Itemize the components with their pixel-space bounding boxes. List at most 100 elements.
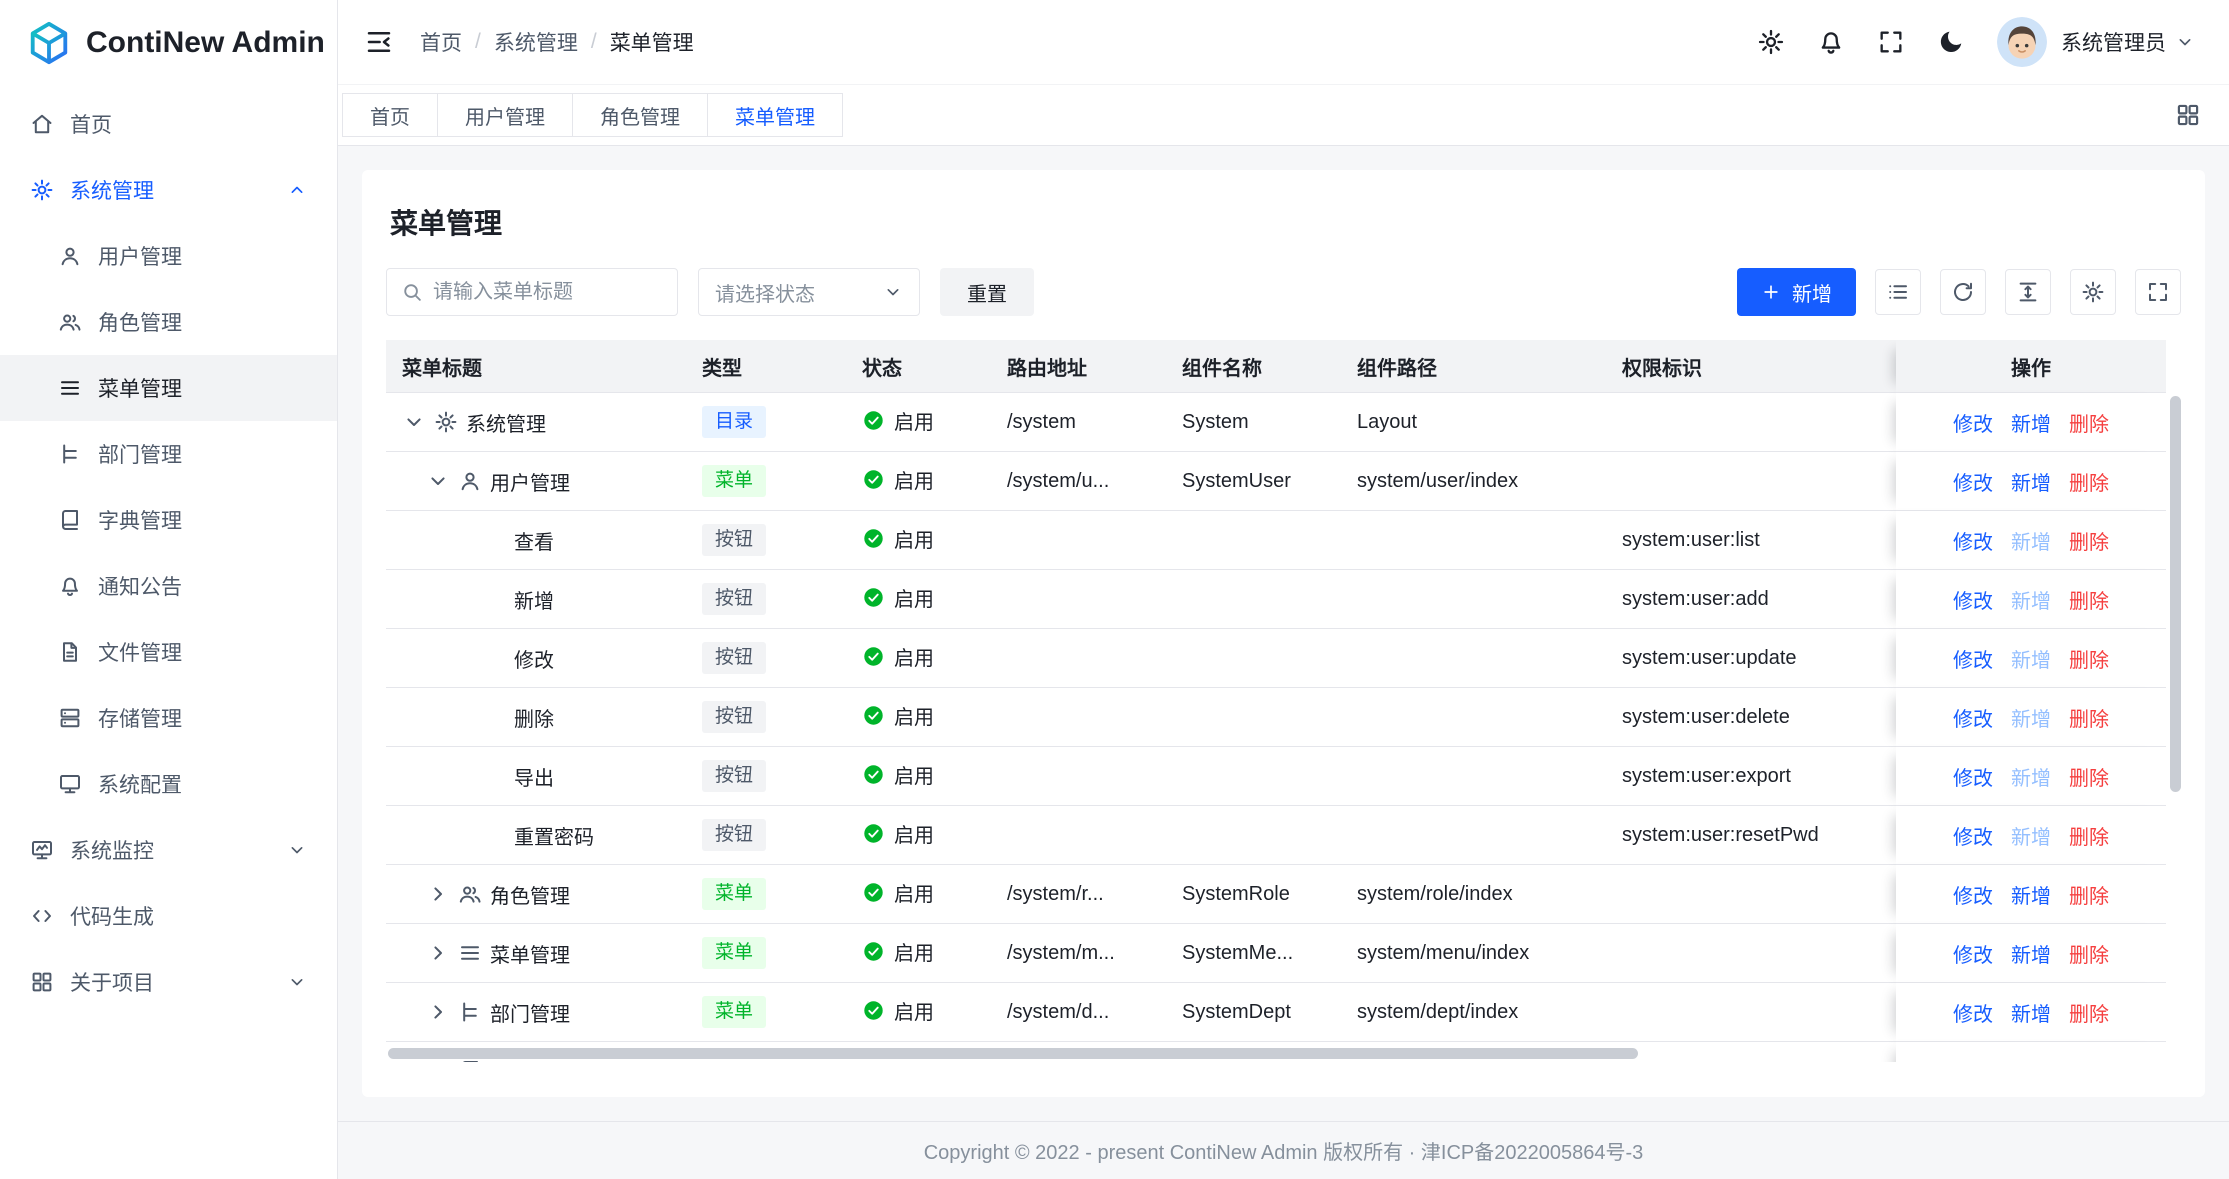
- refresh-button[interactable]: [1940, 269, 1986, 315]
- edit-link[interactable]: 修改: [1953, 1057, 1993, 1063]
- settings-button[interactable]: [1757, 28, 1785, 56]
- sidebar-item-codegen[interactable]: 代码生成: [0, 883, 337, 949]
- copyright-text: Copyright © 2022 - present ContiNew Admi…: [924, 1136, 1644, 1165]
- sidebar-item-home[interactable]: 首页: [0, 91, 337, 157]
- add-link[interactable]: 新增: [2011, 821, 2051, 850]
- edit-link[interactable]: 修改: [1953, 467, 1993, 496]
- add-link[interactable]: 新增: [2011, 762, 2051, 791]
- route-cell: /system/u...: [991, 452, 1166, 511]
- delete-link[interactable]: 删除: [2069, 821, 2109, 850]
- delete-link[interactable]: 删除: [2069, 526, 2109, 555]
- table-row: 重置密码按钮启用system:user:resetPwd修改新增删除: [386, 806, 2166, 865]
- sidebar-item-label: 关于项目: [70, 967, 271, 997]
- sidebar-item-config[interactable]: 系统配置: [0, 751, 337, 817]
- edit-link[interactable]: 修改: [1953, 703, 1993, 732]
- tab-user[interactable]: 用户管理: [437, 93, 573, 137]
- add-link[interactable]: 新增: [2011, 526, 2051, 555]
- edit-link[interactable]: 修改: [1953, 408, 1993, 437]
- search-input[interactable]: [433, 281, 663, 304]
- column-header: 权限标识: [1606, 340, 1896, 393]
- sidebar-item-about[interactable]: 关于项目: [0, 949, 337, 1015]
- edit-link[interactable]: 修改: [1953, 644, 1993, 673]
- edit-link[interactable]: 修改: [1953, 939, 1993, 968]
- expand-row-icon[interactable]: [426, 941, 450, 965]
- breadcrumb-item[interactable]: 系统管理: [494, 27, 578, 57]
- add-link[interactable]: 新增: [2011, 644, 2051, 673]
- delete-link[interactable]: 删除: [2069, 880, 2109, 909]
- expand-row-icon[interactable]: [426, 1059, 450, 1062]
- sidebar-item-dept[interactable]: 部门管理: [0, 421, 337, 487]
- sidebar-item-notice[interactable]: 通知公告: [0, 553, 337, 619]
- check-circle-icon: [862, 763, 885, 786]
- tab-role[interactable]: 角色管理: [572, 93, 708, 137]
- breadcrumb-item[interactable]: 首页: [420, 27, 462, 57]
- add-link[interactable]: 新增: [2011, 880, 2051, 909]
- fullscreen-button[interactable]: [1877, 28, 1905, 56]
- delete-link[interactable]: 删除: [2069, 939, 2109, 968]
- menu-fold-button[interactable]: [364, 27, 394, 57]
- delete-link[interactable]: 删除: [2069, 1057, 2109, 1063]
- horizontal-scrollbar-thumb[interactable]: [388, 1048, 1638, 1059]
- collapse-row-icon[interactable]: [402, 410, 426, 434]
- delete-link[interactable]: 删除: [2069, 585, 2109, 614]
- edit-link[interactable]: 修改: [1953, 880, 1993, 909]
- route-cell: [991, 806, 1166, 865]
- list-view-button[interactable]: [1875, 269, 1921, 315]
- delete-link[interactable]: 删除: [2069, 408, 2109, 437]
- perm-cell: system:user:list: [1606, 511, 1896, 570]
- user-menu[interactable]: 系统管理员: [2061, 27, 2195, 57]
- sidebar-item-file[interactable]: 文件管理: [0, 619, 337, 685]
- sidebar-item-storage[interactable]: 存储管理: [0, 685, 337, 751]
- tree-icon: [458, 1000, 482, 1024]
- gear-icon: [2081, 280, 2105, 304]
- type-badge: 菜单: [702, 878, 766, 911]
- edit-link[interactable]: 修改: [1953, 585, 1993, 614]
- breadcrumb-item: 菜单管理: [610, 27, 694, 57]
- tab-home[interactable]: 首页: [342, 93, 438, 137]
- add-link[interactable]: 新增: [2011, 703, 2051, 732]
- sidebar-item-dict[interactable]: 字典管理: [0, 487, 337, 553]
- avatar[interactable]: [1997, 17, 2047, 67]
- row-height-button[interactable]: [2005, 269, 2051, 315]
- add-link[interactable]: 新增: [2011, 408, 2051, 437]
- sidebar-item-user[interactable]: 用户管理: [0, 223, 337, 289]
- reset-button[interactable]: 重置: [940, 268, 1034, 316]
- logo[interactable]: ContiNew Admin: [0, 0, 337, 85]
- expand-row-icon[interactable]: [426, 1000, 450, 1024]
- edit-link[interactable]: 修改: [1953, 526, 1993, 555]
- table-row: 导出按钮启用system:user:export修改新增删除: [386, 747, 2166, 806]
- status-select[interactable]: 请选择状态: [698, 268, 920, 316]
- edit-link[interactable]: 修改: [1953, 762, 1993, 791]
- menu-title: 重置密码: [514, 821, 594, 850]
- delete-link[interactable]: 删除: [2069, 998, 2109, 1027]
- edit-link[interactable]: 修改: [1953, 998, 1993, 1027]
- sidebar-item-monitor[interactable]: 系统监控: [0, 817, 337, 883]
- column-settings-button[interactable]: [2070, 269, 2116, 315]
- delete-link[interactable]: 删除: [2069, 762, 2109, 791]
- sidebar-item-role[interactable]: 角色管理: [0, 289, 337, 355]
- sidebar-item-system[interactable]: 系统管理: [0, 157, 337, 223]
- delete-link[interactable]: 删除: [2069, 703, 2109, 732]
- delete-link[interactable]: 删除: [2069, 644, 2109, 673]
- delete-link[interactable]: 删除: [2069, 467, 2109, 496]
- dict-icon: [458, 1059, 482, 1062]
- tab-actions-button[interactable]: [2175, 102, 2201, 128]
- sidebar-item-menu[interactable]: 菜单管理: [0, 355, 337, 421]
- add-link[interactable]: 新增: [2011, 467, 2051, 496]
- vertical-scrollbar-thumb[interactable]: [2170, 396, 2181, 792]
- dark-mode-button[interactable]: [1937, 28, 1965, 56]
- add-link[interactable]: 新增: [2011, 998, 2051, 1027]
- edit-link[interactable]: 修改: [1953, 821, 1993, 850]
- add-link[interactable]: 新增: [2011, 585, 2051, 614]
- menu-table-zone: 菜单标题类型状态路由地址组件名称组件路径权限标识操作系统管理目录启用/syste…: [386, 340, 2181, 1062]
- add-button[interactable]: 新增: [1737, 268, 1856, 316]
- add-link[interactable]: 新增: [2011, 1057, 2051, 1063]
- tab-menu[interactable]: 菜单管理: [707, 93, 843, 137]
- chevron-down-icon: [287, 840, 307, 860]
- add-link[interactable]: 新增: [2011, 939, 2051, 968]
- table-fullscreen-button[interactable]: [2135, 269, 2181, 315]
- notifications-button[interactable]: [1817, 28, 1845, 56]
- expand-row-icon[interactable]: [426, 882, 450, 906]
- collapse-row-icon[interactable]: [426, 469, 450, 493]
- app-logo-icon: [26, 20, 72, 66]
